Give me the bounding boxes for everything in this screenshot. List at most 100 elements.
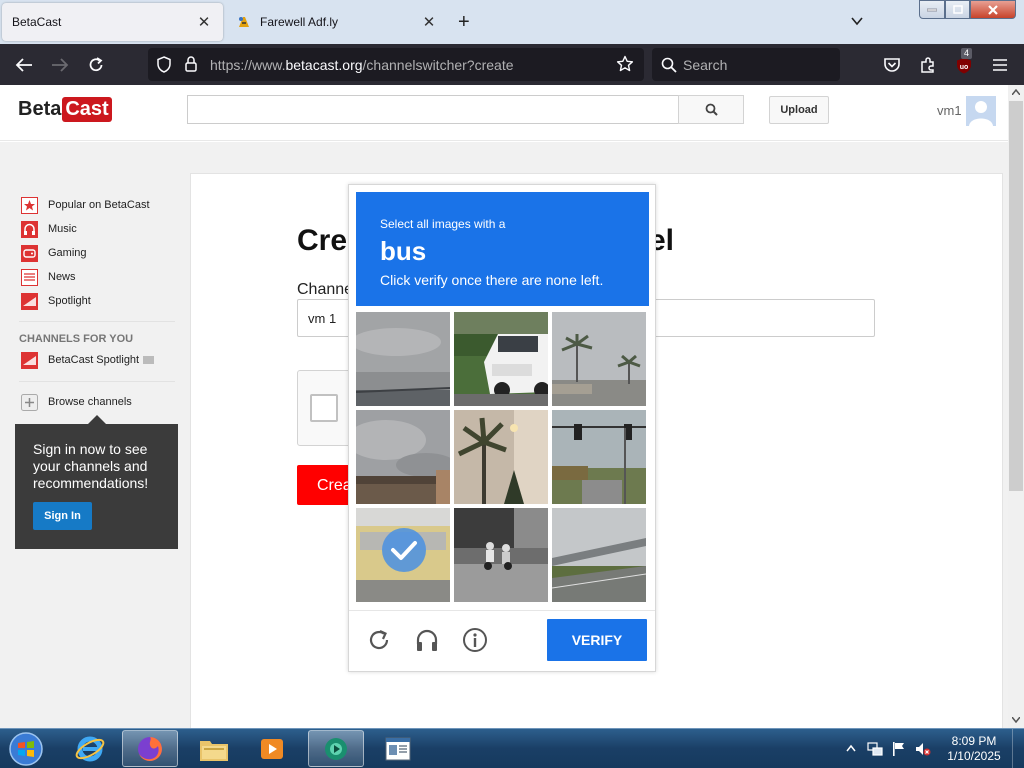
firefox-icon [138, 736, 162, 761]
newspaper-icon [21, 268, 38, 286]
verify-button[interactable]: VERIFY [547, 619, 647, 661]
site-search-input[interactable] [187, 95, 679, 124]
show-hidden-icons-icon[interactable] [846, 744, 856, 752]
hamburger-menu-icon[interactable] [989, 54, 1011, 76]
action-center-flag-icon[interactable] [891, 741, 907, 757]
document-window-icon [385, 737, 411, 760]
guide-item-label: Music [48, 223, 77, 235]
pocket-icon[interactable] [881, 54, 903, 76]
sign-in-button[interactable]: Sign In [33, 502, 92, 530]
refresh-icon[interactable] [366, 627, 392, 653]
betacast-logo[interactable]: Beta Cast [18, 97, 112, 122]
channel-name-label: Channe [297, 281, 354, 298]
guide-item-betacast-spotlight[interactable]: BetaCast Spotlight [21, 350, 155, 370]
guide-item-label: News [48, 271, 76, 283]
headphones-icon[interactable] [414, 627, 440, 653]
star-icon [21, 196, 38, 214]
system-clock[interactable]: 8:09 PM 1/10/2025 [934, 734, 1014, 764]
lock-icon[interactable] [184, 55, 198, 73]
info-icon[interactable] [462, 627, 488, 653]
ublock-badge: 4 [961, 48, 973, 59]
captcha-checkbox[interactable] [310, 394, 338, 422]
browse-channels-label: Browse channels [48, 396, 132, 408]
tab-close-icon[interactable]: ✕ [420, 13, 438, 31]
guide-item-news[interactable]: News [21, 267, 76, 287]
captcha-tile-white-suv[interactable] [454, 312, 548, 406]
minimize-icon[interactable] [919, 0, 945, 19]
shield-icon[interactable] [156, 56, 172, 73]
channels-heading: CHANNELS FOR YOU [19, 333, 134, 345]
browse-channels-link[interactable]: Browse channels [21, 392, 132, 412]
spotlight-icon [21, 351, 38, 369]
gamepad-icon [21, 244, 38, 262]
new-tab-plus-icon[interactable]: + [458, 11, 470, 34]
taskbar-app-active[interactable] [308, 730, 364, 767]
web-search-bar[interactable]: Search [652, 48, 840, 81]
avatar[interactable] [966, 96, 996, 126]
spotlight-icon [21, 292, 38, 310]
bookmark-star-icon[interactable] [616, 55, 634, 73]
captcha-tile-cloudy-rooftop[interactable] [356, 410, 450, 504]
plus-circle-icon [21, 393, 38, 411]
reload-icon[interactable] [85, 54, 107, 76]
captcha-image-grid [356, 312, 649, 604]
upload-button[interactable]: Upload [769, 96, 829, 124]
forward-arrow-icon[interactable] [49, 54, 71, 76]
url-bar[interactable]: https://www.betacast.org/channelswitcher… [148, 48, 644, 81]
window-controls [919, 0, 1016, 19]
tab-label: BetaCast [12, 15, 62, 29]
page-title-left: Cre [297, 224, 348, 257]
logo-cast-text: Cast [62, 97, 112, 122]
close-window-icon[interactable] [970, 0, 1016, 19]
user-name[interactable]: vm1 [937, 103, 962, 118]
page-scrollbar[interactable] [1008, 85, 1024, 728]
guide-divider [19, 321, 175, 322]
captcha-tile-palm-tree-closeup[interactable] [454, 410, 548, 504]
captcha-tile-traffic-lights[interactable] [552, 410, 646, 504]
browser-toolbar: https://www.betacast.org/channelswitcher… [0, 44, 1024, 85]
maximize-icon[interactable] [945, 0, 970, 19]
url-host: betacast.org [285, 57, 363, 73]
scroll-up-icon[interactable] [1012, 89, 1020, 95]
signin-prompt: Sign in now to see your channels and rec… [15, 424, 178, 549]
start-button[interactable] [6, 731, 46, 767]
scrollbar-thumb[interactable] [1009, 101, 1023, 491]
guide-item-label: Gaming [48, 247, 87, 259]
guide-item-label: BetaCast Spotlight [48, 354, 140, 366]
browser-tab-bar: BetaCast ✕ Farewell Adf.ly ✕ + [0, 0, 1024, 44]
captcha-tile-motorcyclists[interactable] [454, 508, 548, 602]
captcha-tile-school-bus[interactable] [356, 508, 450, 602]
volume-muted-icon[interactable] [915, 741, 931, 757]
extensions-puzzle-icon[interactable] [917, 54, 939, 76]
media-player-icon [261, 738, 283, 759]
captcha-prompt: Select all images with a [380, 217, 506, 231]
taskbar-media-player[interactable] [244, 730, 300, 767]
captcha-tile-palm-trees[interactable] [552, 312, 646, 406]
captcha-tile-overpass[interactable] [552, 508, 646, 602]
url-prefix: https://www. [210, 57, 286, 73]
channel-name-value: vm 1 [308, 311, 337, 326]
chevron-down-icon[interactable] [850, 14, 864, 28]
media-center-icon [325, 737, 347, 760]
guide-item-popular[interactable]: Popular on BetaCast [21, 195, 150, 215]
ublock-origin-icon[interactable]: uo 4 [953, 48, 975, 76]
scroll-down-icon[interactable] [1012, 717, 1020, 723]
captcha-tile-cloudy-sky[interactable] [356, 312, 450, 406]
show-desktop-button[interactable] [1012, 729, 1024, 768]
taskbar-file-explorer[interactable] [186, 730, 242, 767]
network-icon[interactable] [867, 741, 883, 757]
guide-item-music[interactable]: Music [21, 219, 77, 239]
site-header: Beta Cast Upload vm1 [0, 85, 1008, 141]
internet-explorer-icon [75, 736, 105, 761]
tab-close-icon[interactable]: ✕ [195, 13, 213, 31]
guide-item-spotlight[interactable]: Spotlight [21, 291, 91, 311]
site-search-button[interactable] [678, 95, 744, 124]
guide-item-gaming[interactable]: Gaming [21, 243, 87, 263]
taskbar-firefox[interactable] [122, 730, 178, 767]
guide-item-label: Spotlight [48, 295, 91, 307]
tab-betacast[interactable]: BetaCast ✕ [2, 3, 223, 41]
taskbar-internet-explorer[interactable] [62, 730, 118, 767]
taskbar-document-app[interactable] [370, 730, 426, 767]
tab-farewell-adfly[interactable]: Farewell Adf.ly ✕ [226, 3, 448, 41]
back-arrow-icon[interactable] [13, 54, 35, 76]
